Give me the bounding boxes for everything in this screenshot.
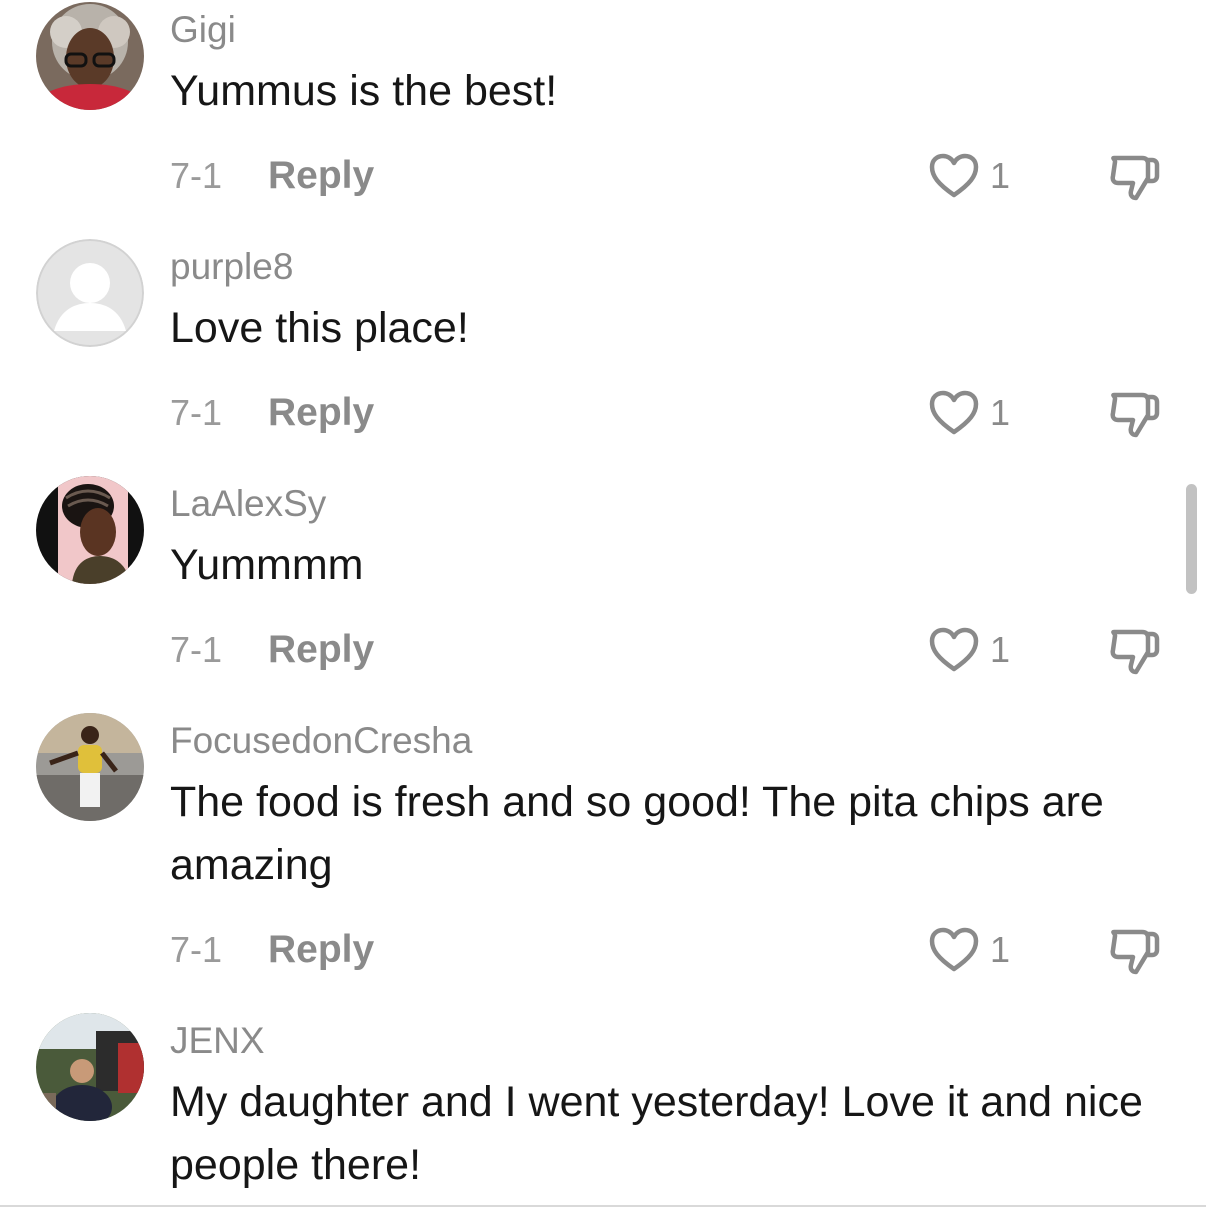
like-count: 1	[990, 929, 1011, 970]
thumbs-down-icon	[1106, 385, 1162, 441]
avatar[interactable]	[36, 476, 144, 584]
heart-icon	[928, 926, 980, 974]
avatar[interactable]	[36, 713, 144, 821]
divider	[0, 1205, 1206, 1207]
heart-icon	[928, 389, 980, 437]
like-button[interactable]	[928, 626, 980, 674]
dislike-button[interactable]	[1106, 148, 1162, 204]
like-count: 1	[990, 392, 1011, 433]
comment-date: 7-1	[170, 929, 223, 970]
comment-username[interactable]: purple8	[170, 245, 293, 289]
comments-panel: Gigi Yummus is the best! 7-1 Reply 1 pur…	[0, 0, 1206, 1217]
comment-text: The food is fresh and so good! The pita …	[170, 778, 1104, 889]
like-button[interactable]	[928, 152, 980, 200]
avatar[interactable]	[36, 2, 144, 110]
like-count: 1	[990, 155, 1011, 196]
comment-username[interactable]: Gigi	[170, 8, 236, 52]
comment-date: 7-1	[170, 629, 223, 670]
comment-text: My daughter and I went yesterday! Love i…	[170, 1078, 1143, 1189]
avatar[interactable]	[36, 239, 144, 347]
reply-button[interactable]: Reply	[268, 154, 374, 198]
dislike-button[interactable]	[1106, 622, 1162, 678]
like-button[interactable]	[928, 926, 980, 974]
comment-text: Love this place!	[170, 304, 469, 352]
thumbs-down-icon	[1106, 148, 1162, 204]
scrollbar[interactable]	[1186, 484, 1197, 594]
comment-date: 7-1	[170, 392, 223, 433]
like-count: 1	[990, 629, 1011, 670]
thumbs-down-icon	[1106, 622, 1162, 678]
comment-text: Yummmm	[170, 541, 364, 589]
thumbs-down-icon	[1106, 922, 1162, 978]
heart-icon	[928, 152, 980, 200]
comment-text: Yummus is the best!	[170, 67, 558, 115]
dislike-button[interactable]	[1106, 385, 1162, 441]
avatar[interactable]	[36, 1013, 144, 1121]
comment-username[interactable]: JENX	[170, 1019, 265, 1063]
heart-icon	[928, 626, 980, 674]
comment-date: 7-1	[170, 155, 223, 196]
dislike-button[interactable]	[1106, 922, 1162, 978]
comment-username[interactable]: LaAlexSy	[170, 482, 326, 526]
reply-button[interactable]: Reply	[268, 628, 374, 672]
like-button[interactable]	[928, 389, 980, 437]
reply-button[interactable]: Reply	[268, 928, 374, 972]
comment-username[interactable]: FocusedonCresha	[170, 719, 472, 763]
reply-button[interactable]: Reply	[268, 391, 374, 435]
